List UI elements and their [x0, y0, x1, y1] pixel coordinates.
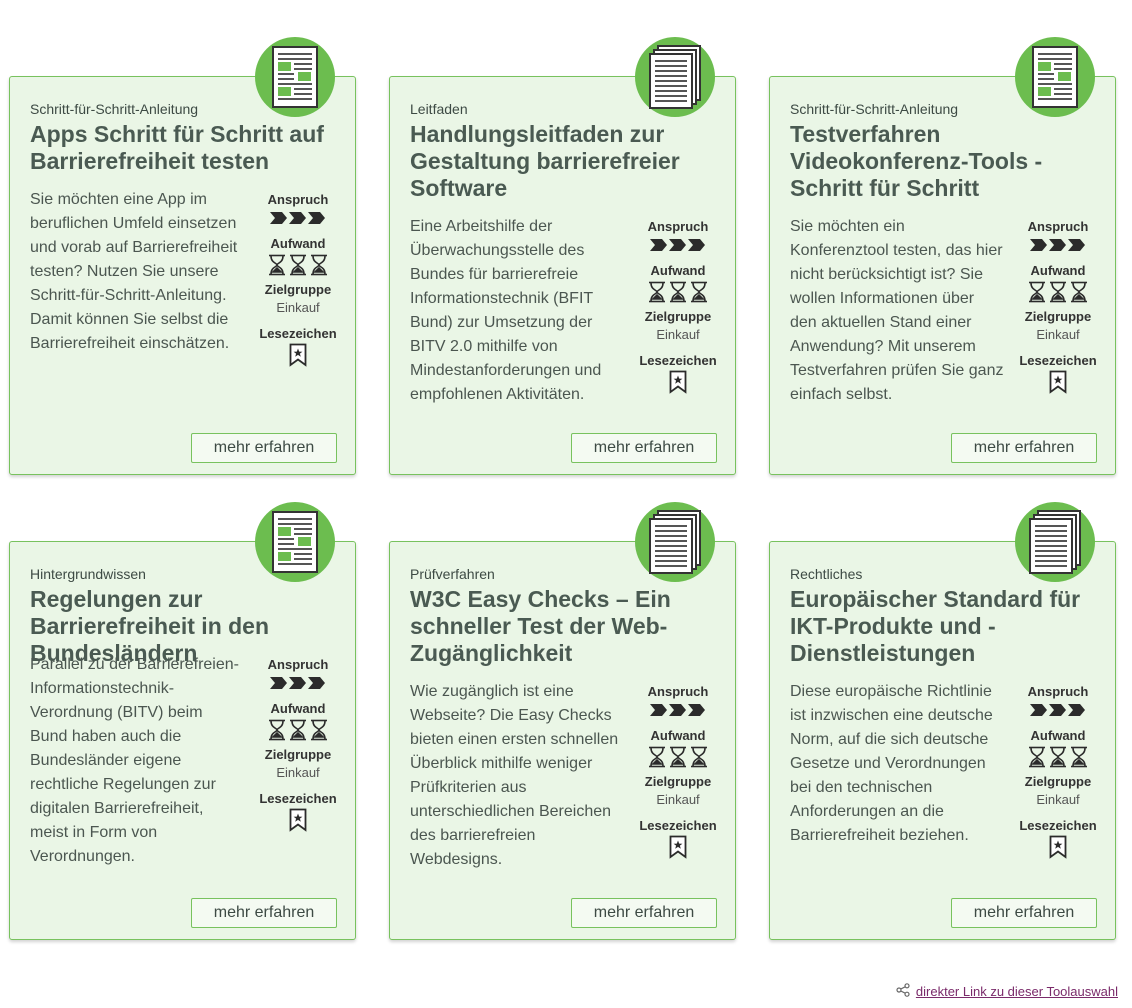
- aufwand-hourglass-icon: [254, 718, 342, 742]
- bookmark-icon[interactable]: [634, 370, 722, 394]
- card-description: Diese europäische Richtlinie ist inzwisc…: [790, 683, 993, 844]
- lesezeichen-label: Lesezeichen: [639, 353, 717, 368]
- anspruch-arrows-icon: [254, 674, 342, 692]
- bookmark-icon[interactable]: [1014, 370, 1102, 394]
- card-category: Rechtliches: [790, 566, 863, 582]
- card-category: Leitfaden: [410, 101, 468, 117]
- card-description: Sie möchten ein Konferenztool testen, da…: [790, 218, 1004, 403]
- document-icon: [255, 502, 335, 582]
- tool-card: Leitfaden Handlungsleitfaden zur Gestalt…: [389, 37, 736, 475]
- zielgruppe-label: Zielgruppe: [1024, 309, 1092, 324]
- card-meta: Anspruch Aufwand Zielgruppe Einkauf Lese…: [254, 656, 342, 836]
- card-meta: Anspruch Aufwand Zielgruppe Einkauf Lese…: [634, 218, 722, 398]
- share-icon: [896, 983, 910, 1000]
- zielgruppe-label: Zielgruppe: [644, 309, 712, 324]
- card-meta: Anspruch Aufwand Zielgruppe Einkauf Lese…: [634, 683, 722, 863]
- anspruch-label: Anspruch: [267, 657, 329, 672]
- tool-card: Hintergrundwissen Regelungen zur Barrier…: [9, 502, 356, 940]
- aufwand-label: Aufwand: [270, 236, 326, 251]
- lesezeichen-label: Lesezeichen: [259, 791, 337, 806]
- tool-card: Schritt-für-Schritt-Anleitung Testverfah…: [769, 37, 1116, 475]
- card-category: Hintergrundwissen: [30, 566, 146, 582]
- card-description: Parallel zu der Barrierefreien-Informati…: [30, 656, 239, 865]
- mehr-erfahren-button[interactable]: mehr erfahren: [951, 433, 1097, 463]
- anspruch-arrows-icon: [1014, 236, 1102, 254]
- card-category: Schritt-für-Schritt-Anleitung: [30, 101, 199, 117]
- card-meta: Anspruch Aufwand Zielgruppe Einkauf Lese…: [254, 191, 342, 371]
- aufwand-label: Aufwand: [1030, 263, 1086, 278]
- zielgruppe-label: Zielgruppe: [264, 282, 332, 297]
- bookmark-icon[interactable]: [254, 343, 342, 367]
- aufwand-label: Aufwand: [1030, 728, 1086, 743]
- document-stack-icon: [635, 37, 715, 117]
- mehr-erfahren-button[interactable]: mehr erfahren: [571, 898, 717, 928]
- document-icon: [255, 37, 335, 117]
- lesezeichen-label: Lesezeichen: [639, 818, 717, 833]
- bookmark-icon[interactable]: [634, 835, 722, 859]
- zielgruppe-value: Einkauf: [656, 792, 700, 807]
- anspruch-label: Anspruch: [1027, 219, 1089, 234]
- zielgruppe-value: Einkauf: [276, 765, 320, 780]
- aufwand-label: Aufwand: [650, 728, 706, 743]
- card-title[interactable]: W3C Easy Checks – Ein schneller Test der…: [410, 586, 710, 667]
- lesezeichen-label: Lesezeichen: [1019, 353, 1097, 368]
- mehr-erfahren-button[interactable]: mehr erfahren: [571, 433, 717, 463]
- aufwand-hourglass-icon: [1014, 745, 1102, 769]
- anspruch-arrows-icon: [634, 701, 722, 719]
- direct-link[interactable]: direkter Link zu dieser Toolauswahl: [896, 983, 1118, 1000]
- mehr-erfahren-button[interactable]: mehr erfahren: [951, 898, 1097, 928]
- card-category: Schritt-für-Schritt-Anleitung: [790, 101, 959, 117]
- aufwand-hourglass-icon: [634, 745, 722, 769]
- zielgruppe-value: Einkauf: [1036, 327, 1080, 342]
- card-category: Prüfverfahren: [410, 566, 495, 582]
- aufwand-label: Aufwand: [650, 263, 706, 278]
- anspruch-arrows-icon: [634, 236, 722, 254]
- aufwand-hourglass-icon: [254, 253, 342, 277]
- card-title[interactable]: Handlungsleitfaden zur Gestaltung barrie…: [410, 121, 710, 202]
- anspruch-label: Anspruch: [1027, 684, 1089, 699]
- mehr-erfahren-button[interactable]: mehr erfahren: [191, 898, 337, 928]
- bookmark-icon[interactable]: [1014, 835, 1102, 859]
- anspruch-label: Anspruch: [267, 192, 329, 207]
- lesezeichen-label: Lesezeichen: [1019, 818, 1097, 833]
- card-title[interactable]: Apps Schritt für Schritt auf Barrierefre…: [30, 121, 330, 175]
- direct-link-label[interactable]: direkter Link zu dieser Toolauswahl: [916, 984, 1118, 999]
- card-title[interactable]: Testverfahren Videokonferenz-Tools - Sch…: [790, 121, 1090, 202]
- card-title[interactable]: Europäischer Standard für IKT-Produkte u…: [790, 586, 1090, 667]
- bookmark-icon[interactable]: [254, 808, 342, 832]
- mehr-erfahren-button[interactable]: mehr erfahren: [191, 433, 337, 463]
- card-description: Sie möchten eine App im beruflichen Umfe…: [30, 191, 238, 352]
- lesezeichen-label: Lesezeichen: [259, 326, 337, 341]
- zielgruppe-value: Einkauf: [656, 327, 700, 342]
- card-description: Wie zugänglich ist eine Webseite? Die Ea…: [410, 683, 619, 868]
- anspruch-label: Anspruch: [647, 219, 709, 234]
- card-meta: Anspruch Aufwand Zielgruppe Einkauf Lese…: [1014, 683, 1102, 863]
- zielgruppe-label: Zielgruppe: [264, 747, 332, 762]
- aufwand-label: Aufwand: [270, 701, 326, 716]
- zielgruppe-value: Einkauf: [1036, 792, 1080, 807]
- aufwand-hourglass-icon: [634, 280, 722, 304]
- tool-card: Rechtliches Europäischer Standard für IK…: [769, 502, 1116, 940]
- zielgruppe-label: Zielgruppe: [644, 774, 712, 789]
- tool-card: Prüfverfahren W3C Easy Checks – Ein schn…: [389, 502, 736, 940]
- aufwand-hourglass-icon: [1014, 280, 1102, 304]
- card-meta: Anspruch Aufwand Zielgruppe Einkauf Lese…: [1014, 218, 1102, 398]
- document-stack-icon: [1015, 502, 1095, 582]
- anspruch-arrows-icon: [254, 209, 342, 227]
- zielgruppe-label: Zielgruppe: [1024, 774, 1092, 789]
- anspruch-arrows-icon: [1014, 701, 1102, 719]
- zielgruppe-value: Einkauf: [276, 300, 320, 315]
- document-icon: [1015, 37, 1095, 117]
- tool-card: Schritt-für-Schritt-Anleitung Apps Schri…: [9, 37, 356, 475]
- card-description: Eine Arbeitshilfe der Überwachungsstelle…: [410, 218, 602, 403]
- anspruch-label: Anspruch: [647, 684, 709, 699]
- document-stack-icon: [635, 502, 715, 582]
